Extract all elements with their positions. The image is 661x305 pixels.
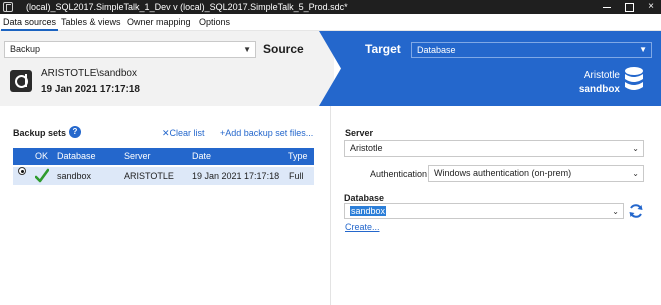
server-value: Aristotle xyxy=(350,143,383,153)
row-select-radio[interactable] xyxy=(18,167,26,175)
authentication-value: Windows authentication (on-prem) xyxy=(434,168,572,178)
server-label: Server xyxy=(345,128,374,138)
source-type-value: Backup xyxy=(10,44,41,54)
help-icon[interactable]: ? xyxy=(69,126,81,138)
target-heading: Target xyxy=(365,42,401,56)
column-header-date[interactable]: Date xyxy=(192,148,211,165)
chevron-down-icon: ▼ xyxy=(639,45,647,54)
database-select[interactable]: sandbox ⌄ xyxy=(344,203,624,219)
authentication-select[interactable]: Windows authentication (on-prem) ⌄ xyxy=(428,165,644,182)
app-icon xyxy=(3,2,13,12)
tab-owner-mapping[interactable]: Owner mapping xyxy=(125,15,193,30)
window-title: (local)_SQL2017.SimpleTalk_1_Dev v (loca… xyxy=(26,2,348,12)
row-date: 19 Jan 2021 17:17:18 xyxy=(192,171,280,181)
source-date: 19 Jan 2021 17:17:18 xyxy=(41,84,140,95)
create-database-link[interactable]: Create... xyxy=(345,222,380,232)
tab-bar: Data sources Tables & views Owner mappin… xyxy=(0,14,661,31)
column-header-type[interactable]: Type xyxy=(288,148,308,165)
panel-divider xyxy=(330,106,331,305)
chevron-down-icon: ⌄ xyxy=(632,169,639,178)
database-icon xyxy=(625,67,643,90)
row-database: sandbox xyxy=(57,171,92,181)
checkmark-icon xyxy=(35,168,49,183)
maximize-icon[interactable] xyxy=(618,0,640,14)
source-heading: Source xyxy=(263,42,304,56)
minimize-icon[interactable] xyxy=(596,0,618,14)
chevron-down-icon: ⌄ xyxy=(632,144,639,153)
title-bar: (local)_SQL2017.SimpleTalk_1_Dev v (loca… xyxy=(0,0,661,14)
refresh-icon[interactable] xyxy=(628,203,644,219)
row-type: Full xyxy=(289,171,304,181)
target-server: Aristotle xyxy=(583,70,620,81)
database-backup-icon xyxy=(10,70,32,92)
row-server: ARISTOTLE xyxy=(124,171,174,181)
chevron-down-icon: ⌄ xyxy=(612,207,619,216)
target-type-value: Database xyxy=(417,45,456,55)
database-label: Database xyxy=(344,193,385,203)
chevron-down-icon: ▼ xyxy=(243,45,251,54)
backup-sets-table-header: OK Database Server Date Type xyxy=(13,148,314,165)
column-header-server[interactable]: Server xyxy=(124,148,151,165)
tab-tables-views[interactable]: Tables & views xyxy=(59,15,123,30)
clear-list-link[interactable]: ✕Clear list xyxy=(162,128,205,139)
target-type-select[interactable]: Database ▼ xyxy=(411,42,652,58)
server-select[interactable]: Aristotle ⌄ xyxy=(344,140,644,157)
column-header-database[interactable]: Database xyxy=(57,148,96,165)
target-database: sandbox xyxy=(578,84,620,95)
add-backup-set-files-link[interactable]: +Add backup set files... xyxy=(220,128,313,138)
backup-sets-title: Backup sets xyxy=(13,128,67,138)
tab-options[interactable]: Options xyxy=(197,15,232,30)
table-row[interactable]: sandbox ARISTOTLE 19 Jan 2021 17:17:18 F… xyxy=(13,167,314,185)
tab-data-sources[interactable]: Data sources xyxy=(1,15,59,31)
column-header-ok[interactable]: OK xyxy=(35,148,48,165)
close-icon[interactable]: × xyxy=(640,0,661,14)
database-value: sandbox xyxy=(350,206,387,216)
source-server: ARISTOTLE\sandbox xyxy=(41,68,137,79)
authentication-label: Authentication xyxy=(370,169,428,179)
source-type-select[interactable]: Backup ▼ xyxy=(4,41,256,58)
